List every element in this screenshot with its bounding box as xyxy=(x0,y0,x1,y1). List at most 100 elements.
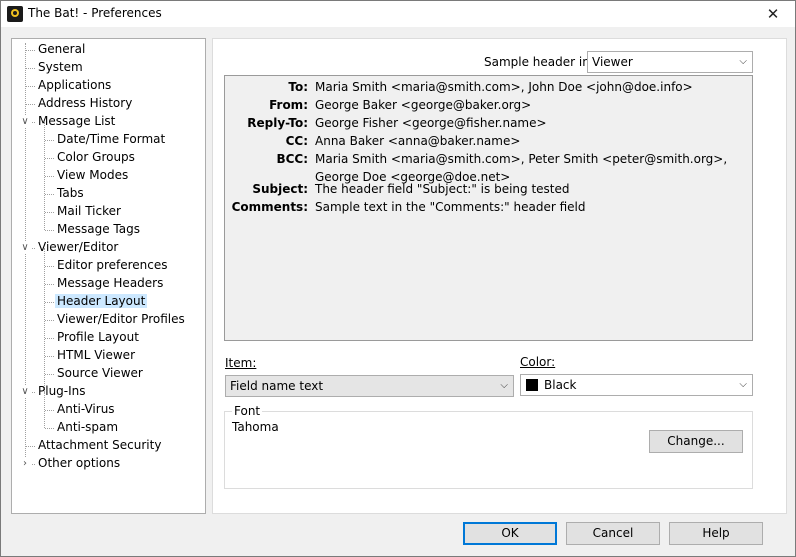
tree-item-label: Other options xyxy=(38,456,121,470)
sample-header-select[interactable]: Viewer ⌵ xyxy=(587,51,753,73)
tree-item-header-layout[interactable]: Header Layout xyxy=(55,293,148,310)
cancel-button[interactable]: Cancel xyxy=(566,522,660,545)
tree-item-tabs[interactable]: Tabs xyxy=(55,185,86,202)
tree-connector xyxy=(45,284,54,285)
tree-item-label: Attachment Security xyxy=(38,438,162,452)
header-preview: To: Maria Smith <maria@smith.com>, John D… xyxy=(224,75,753,341)
chevron-down-icon[interactable]: ∨ xyxy=(19,386,31,398)
preview-field-value: The header field "Subject:" is being tes… xyxy=(315,182,570,196)
item-label-text: Item: xyxy=(225,356,257,370)
help-button[interactable]: Help xyxy=(669,522,763,545)
font-name: Tahoma xyxy=(232,420,279,434)
tree-item-label: View Modes xyxy=(57,168,129,182)
window-title: The Bat! - Preferences xyxy=(28,6,162,20)
tree-item-label: Tabs xyxy=(57,186,84,200)
sample-header-value: Viewer xyxy=(592,55,633,69)
change-font-button[interactable]: Change... xyxy=(649,430,743,453)
tree-connector xyxy=(45,212,54,213)
tree-item-label: Viewer/Editor Profiles xyxy=(57,312,185,326)
ok-button[interactable]: OK xyxy=(463,522,557,545)
preferences-tree[interactable]: General System Applications Address History… xyxy=(11,38,206,514)
preview-field-value: Maria Smith <maria@smith.com>, John Doe … xyxy=(315,80,693,94)
preview-field-name: BCC: xyxy=(276,152,308,166)
tree-connector xyxy=(45,374,54,375)
item-select[interactable]: Field name text ⌵ xyxy=(225,375,514,397)
tree-item-system[interactable]: System xyxy=(36,59,85,76)
color-swatch xyxy=(526,379,538,391)
preview-field-name: Subject: xyxy=(252,182,308,196)
tree-item-anti-virus[interactable]: Anti-Virus xyxy=(55,401,117,418)
preview-field-value: Anna Baker <anna@baker.name> xyxy=(315,134,521,148)
tree-item-address-history[interactable]: Address History xyxy=(36,95,134,112)
tree-connector xyxy=(45,158,54,159)
tree-item-message-headers[interactable]: Message Headers xyxy=(55,275,165,292)
tree-item-label: Anti-Virus xyxy=(57,402,115,416)
tree-item-message-list[interactable]: Message List xyxy=(36,113,117,130)
preview-field-name: To: xyxy=(288,80,308,94)
tree-item-color-groups[interactable]: Color Groups xyxy=(55,149,137,166)
tree-item-label: Color Groups xyxy=(57,150,135,164)
chevron-down-icon[interactable]: ∨ xyxy=(19,116,31,128)
tree-item-message-tags[interactable]: Message Tags xyxy=(55,221,142,238)
tree-item-mail-ticker[interactable]: Mail Ticker xyxy=(55,203,123,220)
chevron-down-icon: ⌵ xyxy=(739,56,747,67)
color-label-text: Color: xyxy=(520,355,556,369)
tree-connector xyxy=(45,302,54,303)
tree-item-general[interactable]: General xyxy=(36,41,87,58)
tree-item-source-viewer[interactable]: Source Viewer xyxy=(55,365,145,382)
tree-item-view-modes[interactable]: View Modes xyxy=(55,167,130,184)
color-select[interactable]: Black ⌵ xyxy=(520,374,753,396)
tree-item-applications[interactable]: Applications xyxy=(36,77,113,94)
tree-item-label: Date/Time Format xyxy=(57,132,166,146)
preview-field-value: George Baker <george@baker.org> xyxy=(315,98,532,112)
tree-item-other-options[interactable]: Other options xyxy=(36,455,122,472)
tree-connector xyxy=(45,428,54,429)
tree-connector xyxy=(45,230,54,231)
preferences-window: The Bat! - Preferences ✕ General System Ap… xyxy=(0,0,796,557)
tree-connector xyxy=(26,86,35,87)
tree-item-profile-layout[interactable]: Profile Layout xyxy=(55,329,141,346)
close-icon[interactable]: ✕ xyxy=(751,1,795,27)
chevron-down-icon: ⌵ xyxy=(500,380,508,391)
tree-item-viewer-editor[interactable]: Viewer/Editor xyxy=(36,239,120,256)
tree-item-label: Viewer/Editor xyxy=(38,240,119,254)
tree-connector xyxy=(26,446,35,447)
the-bat-app-icon xyxy=(7,6,23,22)
tree-item-label: Message Tags xyxy=(57,222,140,236)
tree-item-plug-ins[interactable]: Plug-Ins xyxy=(36,383,88,400)
tree-connector xyxy=(26,104,35,105)
preview-field-value: Sample text in the "Comments:" header fi… xyxy=(315,200,586,214)
tree-item-label: Address History xyxy=(38,96,133,110)
tree-item-html-viewer[interactable]: HTML Viewer xyxy=(55,347,137,364)
preview-field-name: From: xyxy=(269,98,308,112)
item-select-value: Field name text xyxy=(230,379,324,393)
tree-item-viewer-editor-profiles[interactable]: Viewer/Editor Profiles xyxy=(55,311,187,328)
preview-field-value: George Fisher <george@fisher.name> xyxy=(315,116,547,130)
tree-item-anti-spam[interactable]: Anti-spam xyxy=(55,419,120,436)
tree-item-editor-preferences[interactable]: Editor preferences xyxy=(55,257,170,274)
tree-item-label: Editor preferences xyxy=(57,258,168,272)
tree-item-label: Header Layout xyxy=(55,294,148,308)
tree-item-date-time-format[interactable]: Date/Time Format xyxy=(55,131,167,148)
tree-connector xyxy=(45,140,54,141)
tree-item-label: Message List xyxy=(38,114,116,128)
tree-connector xyxy=(45,320,54,321)
tree-item-label: Mail Ticker xyxy=(57,204,121,218)
preview-field-name: Comments: xyxy=(231,200,308,214)
tree-item-label: HTML Viewer xyxy=(57,348,135,362)
tree-connector xyxy=(26,68,35,69)
tree-item-label: Profile Layout xyxy=(57,330,139,344)
chevron-down-icon[interactable]: ∨ xyxy=(19,242,31,254)
preview-field-name: Reply-To: xyxy=(247,116,308,130)
tree-connector xyxy=(45,194,54,195)
item-label: Item: xyxy=(225,356,256,370)
tree-item-attachment-security[interactable]: Attachment Security xyxy=(36,437,163,454)
tree-item-label: Source Viewer xyxy=(57,366,143,380)
tree-connector xyxy=(45,410,54,411)
chevron-right-icon[interactable]: › xyxy=(19,458,31,470)
tree-item-label: Plug-Ins xyxy=(38,384,86,398)
tree-item-label: System xyxy=(38,60,83,74)
tree-item-label: Message Headers xyxy=(57,276,164,290)
font-legend: Font xyxy=(232,404,263,418)
tree-connector xyxy=(45,266,54,267)
